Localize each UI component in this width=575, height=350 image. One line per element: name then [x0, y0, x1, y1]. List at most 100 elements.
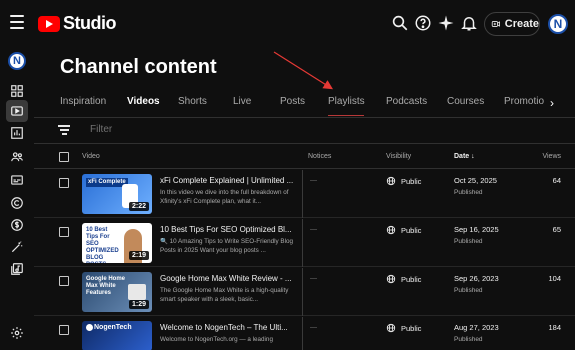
video-thumbnail[interactable]: Google Home Max White Features 1:29 — [82, 272, 152, 312]
tab-videos[interactable]: Videos — [127, 96, 160, 107]
row-checkbox[interactable] — [59, 178, 69, 188]
help-icon[interactable] — [414, 14, 432, 32]
channel-avatar[interactable]: N — [8, 52, 26, 70]
search-icon[interactable] — [391, 14, 409, 32]
publish-date: Aug 27, 2023 — [454, 323, 499, 332]
tab-shorts[interactable]: Shorts — [178, 96, 207, 107]
sidebar-item-copyright[interactable] — [6, 192, 28, 214]
dashboard-icon — [11, 85, 23, 97]
filter-bar: Filter — [34, 118, 575, 144]
table-row[interactable]: 10 Best Tips For SEO OPTIMIZED BLOG POST… — [34, 219, 575, 267]
table-header: Video Notices Visibility Date ↓ Views — [34, 145, 575, 169]
visibility-label: Public — [401, 176, 422, 186]
header-visibility[interactable]: Visibility — [386, 153, 411, 160]
tab-inspiration[interactable]: Inspiration — [60, 96, 106, 107]
sidebar-item-subtitles[interactable] — [6, 169, 28, 191]
sidebar-item-analytics[interactable] — [6, 122, 28, 144]
chevron-right-icon[interactable]: › — [550, 96, 554, 110]
customization-icon — [11, 241, 23, 253]
column-divider — [302, 219, 303, 267]
menu-icon[interactable] — [10, 15, 24, 33]
account-avatar[interactable]: N — [548, 14, 568, 34]
gear-icon — [11, 327, 23, 339]
row-checkbox[interactable] — [59, 227, 69, 237]
table-row[interactable]: NogenTech Welcome to NogenTech – The Ult… — [34, 317, 575, 350]
select-all-checkbox[interactable] — [59, 152, 69, 162]
sidebar-item-community[interactable] — [6, 146, 28, 168]
notices-value: — — [310, 275, 317, 282]
column-divider — [302, 268, 303, 316]
notices-value: — — [310, 226, 317, 233]
video-title[interactable]: Welcome to NogenTech – The Ulti... — [160, 323, 306, 332]
header-video: Video — [82, 153, 100, 160]
sidebar-item-content[interactable] — [6, 100, 28, 122]
create-label: Create — [504, 18, 539, 30]
video-description: Welcome to NogenTech.org — a leading — [160, 336, 273, 343]
content-icon — [11, 106, 23, 116]
notices-value: — — [310, 324, 317, 331]
video-duration: 2:19 — [128, 251, 149, 260]
header-date[interactable]: Date ↓ — [454, 153, 475, 160]
table-row[interactable]: xFi Complete 2:22 xFi Complete Explained… — [34, 170, 575, 218]
tab-courses[interactable]: Courses — [447, 96, 484, 107]
sidebar-item-audio-library[interactable] — [6, 258, 28, 280]
sidebar-item-customization[interactable] — [6, 236, 28, 258]
tab-playlists[interactable]: Playlists — [328, 96, 365, 107]
tab-live[interactable]: Live — [233, 96, 251, 107]
bell-icon[interactable] — [460, 14, 478, 32]
globe-icon — [386, 176, 396, 186]
notices-value: — — [310, 177, 317, 184]
studio-logo[interactable]: Studio — [38, 13, 117, 34]
video-duration: 2:22 — [128, 202, 149, 211]
visibility-label: Public — [401, 323, 422, 333]
globe-icon — [386, 323, 396, 333]
view-count: 65 — [552, 225, 561, 234]
publish-date: Oct 25, 2025 — [454, 176, 497, 185]
row-checkbox[interactable] — [59, 276, 69, 286]
visibility-value[interactable]: Public — [386, 323, 421, 333]
video-description: In this video we dive into the full brea… — [160, 189, 289, 205]
filter-input[interactable]: Filter — [90, 124, 112, 135]
logo-text: Studio — [63, 13, 117, 33]
video-description: 🔍 10 Amazing Tips to Write SEO-Friendly … — [160, 238, 294, 254]
page-title: Channel content — [60, 56, 217, 78]
visibility-value[interactable]: Public — [386, 274, 421, 284]
visibility-value[interactable]: Public — [386, 225, 421, 235]
create-button[interactable]: Create — [484, 12, 540, 36]
globe-icon — [386, 225, 396, 235]
filter-icon[interactable] — [58, 125, 70, 135]
video-thumbnail[interactable]: 10 Best Tips For SEO OPTIMIZED BLOG POST… — [82, 223, 152, 263]
row-checkbox[interactable] — [59, 325, 69, 335]
video-title[interactable]: xFi Complete Explained | Unlimited ... — [160, 176, 306, 185]
video-thumbnail[interactable]: xFi Complete 2:22 — [82, 174, 152, 214]
globe-icon — [386, 274, 396, 284]
sidebar-item-earn[interactable] — [6, 214, 28, 236]
video-thumbnail[interactable]: NogenTech — [82, 321, 152, 350]
subtitles-icon — [11, 175, 23, 185]
view-count: 104 — [548, 274, 561, 283]
column-divider — [302, 317, 303, 350]
publish-date: Sep 26, 2023 — [454, 274, 499, 283]
sidebar-item-dashboard[interactable] — [6, 80, 28, 102]
tab-podcasts[interactable]: Podcasts — [386, 96, 427, 107]
analytics-icon — [11, 127, 23, 139]
visibility-label: Public — [401, 274, 422, 284]
visibility-value[interactable]: Public — [386, 176, 421, 186]
sparkle-icon[interactable] — [437, 14, 455, 32]
video-title[interactable]: Google Home Max White Review - ... — [160, 274, 306, 283]
video-description: The Google Home Max White is a high-qual… — [160, 287, 289, 303]
table-row[interactable]: Google Home Max White Features 1:29 Goog… — [34, 268, 575, 316]
publish-status: Published — [454, 189, 483, 196]
sidebar: N — [0, 48, 34, 350]
video-title[interactable]: 10 Best Tips For SEO Optimized Bl... — [160, 225, 306, 234]
audio-library-icon — [11, 263, 23, 275]
youtube-logo-icon — [38, 15, 60, 32]
thumbnail-text: NogenTech — [94, 324, 132, 331]
header-views[interactable]: Views — [542, 153, 561, 160]
publish-status: Published — [454, 336, 483, 343]
sidebar-item-settings[interactable] — [6, 322, 28, 344]
tab-promotions[interactable]: Promotio — [504, 96, 544, 107]
tab-posts[interactable]: Posts — [280, 96, 305, 107]
main-content: Channel content Inspiration Videos Short… — [34, 48, 575, 350]
community-icon — [11, 152, 23, 162]
